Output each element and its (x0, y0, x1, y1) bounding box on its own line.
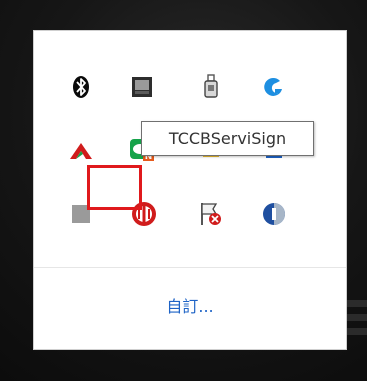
system-tray-overflow-panel: N 自訂... (33, 30, 347, 350)
red-arrow-icon[interactable] (66, 135, 96, 165)
tooltip: TCCBServiSign (141, 121, 314, 156)
monitor-icon[interactable] (127, 72, 157, 102)
selected-icon-highlight (87, 165, 142, 210)
background-stripe (345, 300, 367, 307)
logitech-g-icon[interactable] (259, 72, 289, 102)
panel-divider (34, 267, 346, 268)
background-stripe (345, 314, 367, 321)
bluetooth-icon[interactable] (66, 72, 96, 102)
usb-drive-icon[interactable] (196, 72, 226, 102)
background-stripe (345, 328, 367, 335)
action-center-flag-icon[interactable] (196, 199, 226, 229)
blue-circle-app-icon[interactable] (259, 199, 289, 229)
customize-link[interactable]: 自訂... (34, 293, 346, 317)
